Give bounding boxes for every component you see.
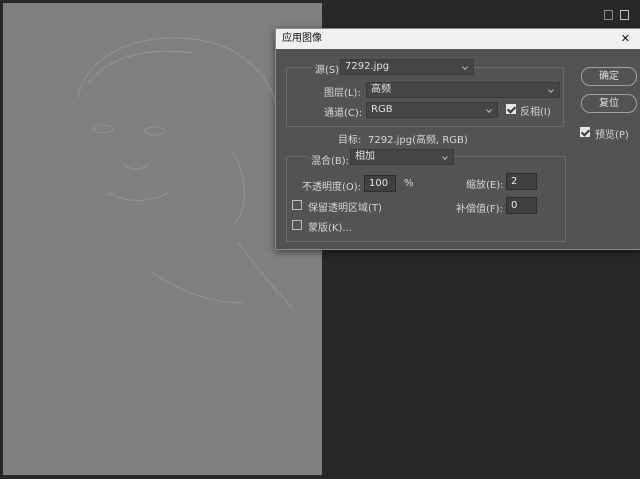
apply-image-dialog: 应用图像 ✕ 源(S): 7292.jpg 图层(L): 高频 通道(C): R… bbox=[275, 28, 640, 250]
preview-checkbox[interactable] bbox=[580, 127, 590, 137]
layer-value: 高频 bbox=[371, 84, 391, 95]
chevron-down-icon bbox=[442, 150, 450, 164]
blend-value: 相加 bbox=[355, 151, 375, 162]
blend-select[interactable]: 相加 bbox=[350, 149, 454, 165]
layer-select[interactable]: 高频 bbox=[366, 82, 560, 98]
invert-label: 反相(I) bbox=[520, 107, 551, 118]
preserve-transparency-label: 保留透明区域(T) bbox=[308, 203, 382, 214]
ok-button[interactable]: 确定 bbox=[581, 67, 637, 86]
close-icon[interactable]: ✕ bbox=[621, 29, 630, 49]
dialog-titlebar[interactable]: 应用图像 ✕ bbox=[276, 29, 640, 49]
reset-button[interactable]: 复位 bbox=[581, 94, 637, 113]
preview-label: 预览(P) bbox=[595, 130, 629, 141]
opacity-value: 100 bbox=[369, 178, 389, 189]
collapse-icon[interactable] bbox=[604, 10, 613, 20]
chevron-down-icon bbox=[486, 103, 494, 117]
channel-select[interactable]: RGB bbox=[366, 102, 498, 118]
opacity-unit: % bbox=[404, 178, 414, 189]
dialog-title: 应用图像 bbox=[282, 33, 322, 44]
chevron-down-icon bbox=[462, 60, 470, 74]
invert-checkbox[interactable] bbox=[506, 104, 516, 114]
opacity-input[interactable]: 100 bbox=[364, 175, 396, 192]
mask-label: 蒙版(K)... bbox=[308, 223, 352, 234]
preserve-transparency-checkbox[interactable] bbox=[292, 200, 302, 210]
mask-checkbox[interactable] bbox=[292, 220, 302, 230]
scale-value: 2 bbox=[511, 176, 518, 187]
scale-label: 缩放(E): bbox=[466, 180, 504, 191]
channel-label: 通道(C): bbox=[324, 108, 363, 119]
channel-value: RGB bbox=[371, 104, 393, 115]
opacity-label: 不透明度(O): bbox=[302, 182, 362, 193]
offset-input[interactable]: 0 bbox=[506, 197, 537, 214]
source-select[interactable]: 7292.jpg bbox=[340, 59, 474, 75]
offset-label: 补偿值(F): bbox=[456, 204, 503, 215]
scale-input[interactable]: 2 bbox=[506, 173, 537, 190]
target-value: 7292.jpg(高频, RGB) bbox=[368, 135, 468, 146]
panel-icons bbox=[604, 4, 634, 26]
source-value: 7292.jpg bbox=[345, 61, 390, 72]
chevron-down-icon bbox=[548, 83, 556, 97]
blend-label: 混合(B): bbox=[308, 152, 353, 167]
offset-value: 0 bbox=[511, 200, 518, 211]
target-label: 目标: bbox=[338, 135, 362, 146]
layers-panel-icon[interactable] bbox=[620, 10, 629, 20]
layer-label: 图层(L): bbox=[324, 88, 361, 99]
